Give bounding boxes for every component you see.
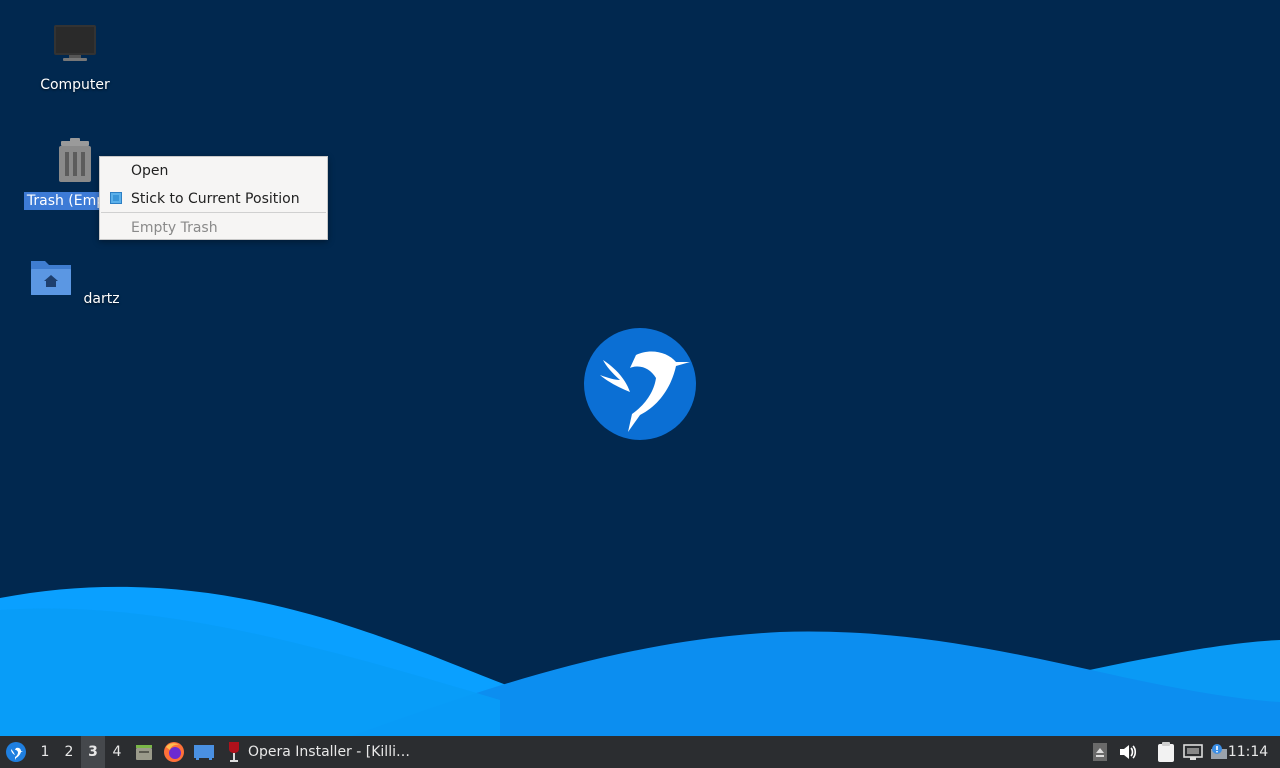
desktop-icon-label: dartz [83,291,120,307]
workspace-2[interactable]: 2 [57,736,81,768]
desktop-icon-label: Computer [40,77,110,93]
tray-clipboard[interactable] [1154,736,1178,768]
desktop-icon-label: Trash (Emp [23,192,109,210]
workspace-label: 1 [40,744,50,760]
menu-item-label: Open [131,163,169,179]
menu-item-open[interactable]: Open [100,158,327,184]
checkbox-checked-icon [110,192,122,204]
volume-icon [1120,745,1137,759]
menu-item-label: Empty Trash [131,220,218,236]
hummingbird-menu-icon [6,742,26,762]
desktop-icon-computer[interactable]: Computer [20,22,130,94]
task-label: Opera Installer - [Killi… [248,744,410,760]
desktop-icon-home[interactable]: dartz [20,255,130,308]
menu-item-label: Stick to Current Position [131,191,300,207]
tray-expander-icon [1093,743,1107,761]
wine-icon [229,742,239,762]
firefox-icon [164,742,184,762]
launcher-firefox[interactable] [162,736,186,768]
trash-icon [59,138,91,182]
workspace-4[interactable]: 4 [105,736,129,768]
file-manager-icon [136,745,152,760]
task-button-opera-installer[interactable]: Opera Installer - [Killi… [226,736,416,768]
clock-time: 11:14 [1227,744,1269,760]
workspace-3[interactable]: 3 [81,736,105,768]
show-desktop-icon [194,745,214,760]
menu-separator [101,212,326,213]
menu-item-empty-trash[interactable]: Empty Trash [100,215,327,241]
clipboard-icon [1158,742,1174,762]
network-icon [1183,744,1203,760]
launcher-show-desktop[interactable] [192,736,216,768]
workspace-label: 4 [112,744,122,760]
workspace-label: 3 [88,744,98,760]
context-menu: Open Stick to Current Position Empty Tra… [99,156,328,240]
start-menu-button[interactable] [2,736,30,768]
tray-volume[interactable] [1116,736,1140,768]
launcher-file-manager[interactable] [132,736,156,768]
workspace-label: 2 [64,744,74,760]
monitor-icon [54,25,96,61]
workspace-1[interactable]: 1 [33,736,57,768]
hummingbird-logo [584,328,696,440]
clock[interactable]: 11:14 [1226,736,1270,768]
taskbar: 1 2 3 4 Opera Installer - [Killi… 11:14 [0,736,1280,768]
tray-expander[interactable] [1090,736,1110,768]
menu-item-stick-position[interactable]: Stick to Current Position [100,186,327,212]
wallpaper [0,0,1280,768]
home-folder-icon [31,261,72,295]
tray-network[interactable] [1181,736,1205,768]
